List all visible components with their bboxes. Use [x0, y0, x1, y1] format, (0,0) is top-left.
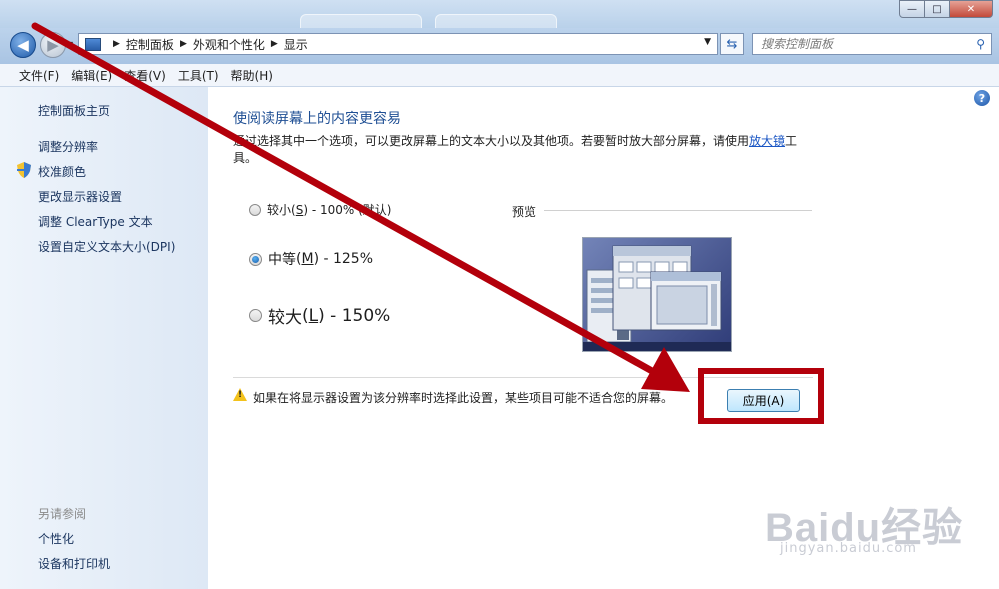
close-button[interactable]: ✕ [949, 0, 993, 18]
menu-file[interactable]: 文件(F) [0, 67, 65, 84]
option-smaller[interactable]: 较小(S) - 100% (默认) [249, 201, 391, 218]
maximize-button[interactable]: □ [924, 0, 950, 18]
sidebar-item-devices-printers[interactable]: 设备和打印机 [38, 555, 110, 572]
sidebar-item-adjust-resolution[interactable]: 调整分辨率 [38, 138, 98, 155]
breadcrumb-separator-icon[interactable]: ▶ [271, 39, 278, 49]
warning-icon-mark: ! [238, 390, 243, 400]
radio-larger[interactable] [249, 309, 262, 322]
search-input[interactable] [759, 36, 963, 52]
sidebar-item-control-panel-home[interactable]: 控制面板主页 [38, 102, 110, 119]
page-description: 通过选择其中一个选项，可以更改屏幕上的文本大小以及其他项。若要暂时放大部分屏幕，… [233, 133, 803, 167]
breadcrumb-separator-icon[interactable]: ▶ [180, 39, 187, 49]
divider [233, 377, 813, 378]
breadcrumb: ▶ 控制面板 ▶ 外观和个性化 ▶ 显示 [107, 36, 308, 53]
background-tab [435, 14, 557, 29]
breadcrumb-separator-icon[interactable]: ▶ [113, 39, 120, 49]
uac-shield-icon [17, 162, 31, 178]
option-medium-accel: M [301, 251, 314, 267]
recent-pages-dropdown-icon[interactable]: ▼ [67, 40, 73, 49]
sidebar: 控制面板主页 调整分辨率 校准颜色 更改显示器设置 调整 ClearType 文… [0, 87, 208, 589]
breadcrumb-display[interactable]: 显示 [284, 36, 308, 53]
radio-medium-selected[interactable] [249, 252, 262, 266]
address-dropdown-icon[interactable]: ▼ [704, 37, 711, 47]
help-icon[interactable]: ? [974, 90, 990, 106]
navigation-bar: ◀ ▶ ▼ ▶ 控制面板 ▶ 外观和个性化 ▶ 显示 ▼ ⇆ ⚲ [0, 28, 999, 64]
sidebar-item-calibrate-color[interactable]: 校准颜色 [38, 163, 86, 180]
apply-button[interactable]: 应用(A) [727, 389, 800, 412]
option-larger[interactable]: 较大(L) - 150% [249, 303, 390, 328]
magnifier-link[interactable]: 放大镜 [749, 134, 785, 148]
menu-help[interactable]: 帮助(H) [225, 67, 279, 84]
refresh-button[interactable]: ⇆ [720, 33, 744, 55]
option-smaller-accel: S [295, 202, 304, 217]
option-larger-name: 较大 [268, 308, 302, 328]
search-icon[interactable]: ⚲ [976, 37, 985, 51]
menu-edit[interactable]: 编辑(E) [65, 67, 118, 84]
sidebar-item-cleartype[interactable]: 调整 ClearType 文本 [38, 213, 153, 230]
menu-view[interactable]: 查看(V) [118, 67, 172, 84]
search-box[interactable]: ⚲ [752, 33, 992, 55]
preview-label: 预览 [512, 205, 537, 219]
option-larger-value: - 150% [330, 305, 391, 326]
option-medium[interactable]: 中等(M) - 125% [249, 249, 373, 269]
control-panel-icon [85, 37, 101, 51]
description-text: 通过选择其中一个选项，可以更改屏幕上的文本大小以及其他项。若要暂时放大部分屏幕，… [233, 134, 750, 148]
option-smaller-value: - 100% (默认) [311, 203, 392, 217]
forward-button[interactable]: ▶ [40, 32, 66, 58]
option-smaller-name: 较小 [267, 203, 292, 217]
watermark: Baidu经验 jingyan.baidu.com [765, 495, 963, 556]
see-also-title: 另请参阅 [38, 507, 87, 521]
preview-illustration [583, 245, 731, 351]
sidebar-item-personalization[interactable]: 个性化 [38, 530, 74, 547]
preview-image [582, 237, 732, 352]
address-bar[interactable]: ▶ 控制面板 ▶ 外观和个性化 ▶ 显示 ▼ [78, 33, 718, 55]
warning-message: 如果在将显示器设置为该分辨率时选择此设置，某些项目可能不适合您的屏幕。 [253, 391, 674, 405]
menu-bar: 文件(F) 编辑(E) 查看(V) 工具(T) 帮助(H) [0, 64, 999, 87]
sidebar-item-custom-dpi[interactable]: 设置自定义文本大小(DPI) [38, 238, 175, 255]
preview-divider [544, 210, 812, 211]
radio-selected-dot [252, 255, 259, 263]
sidebar-item-display-settings[interactable]: 更改显示器设置 [38, 188, 122, 205]
breadcrumb-appearance[interactable]: 外观和个性化 [193, 36, 265, 53]
page-title: 使阅读屏幕上的内容更容易 [233, 111, 401, 127]
window-controls: — □ ✕ [899, 0, 993, 18]
option-medium-value: - 125% [323, 251, 374, 267]
radio-smaller[interactable] [249, 203, 261, 216]
title-bar: — □ ✕ [0, 0, 999, 29]
refresh-icon: ⇆ [726, 36, 738, 52]
menu-tools[interactable]: 工具(T) [172, 67, 225, 84]
minimize-button[interactable]: — [899, 0, 925, 18]
background-tab [300, 14, 422, 29]
option-medium-name: 中等 [268, 252, 296, 268]
watermark-url: jingyan.baidu.com [780, 541, 917, 556]
option-larger-accel: L [308, 305, 319, 326]
back-button[interactable]: ◀ [10, 32, 36, 58]
breadcrumb-control-panel[interactable]: 控制面板 [126, 36, 174, 53]
